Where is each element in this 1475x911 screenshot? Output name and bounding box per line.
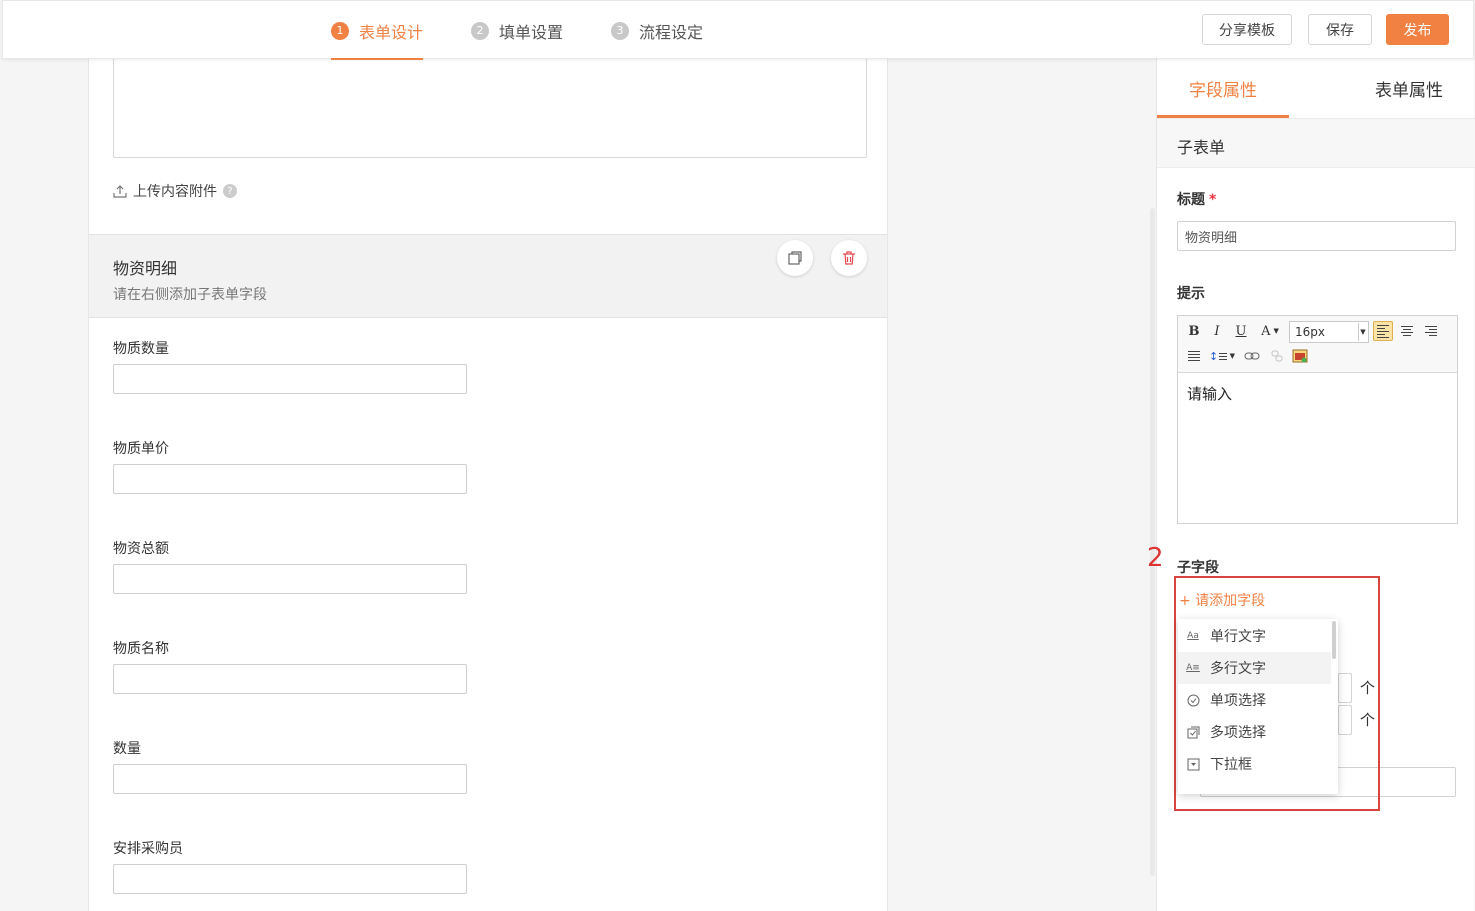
field-type-label: 单项选择	[1210, 693, 1266, 709]
step-label: 流程设定	[639, 22, 704, 42]
step-number: 1	[331, 21, 349, 40]
field-label: 物质数量	[113, 341, 169, 357]
copy-icon	[788, 251, 802, 265]
save-button[interactable]: 保存	[1308, 14, 1372, 45]
dropdown-scrollbar[interactable]	[1332, 621, 1336, 659]
form-canvas: 上传内容附件 ? 物资明细 请在右侧添加子表单字段 物质数量 物质单价 物资总额…	[88, 59, 888, 911]
chevron-down-icon: ▼	[1358, 323, 1367, 341]
step-process-settings[interactable]: 3 流程设定	[611, 1, 707, 60]
link-icon[interactable]	[1242, 346, 1262, 366]
hidden-input[interactable]	[1338, 673, 1352, 703]
underline-icon[interactable]: U	[1231, 321, 1251, 341]
hint-label: 提示	[1177, 286, 1205, 302]
field-type-multi-choice[interactable]: 多项选择	[1178, 716, 1331, 748]
multi-line-text-icon: A≡	[1186, 663, 1200, 673]
required-mark: *	[1209, 192, 1217, 208]
rich-text-editor: B I U A ▼ 16px ▼ ↕ ▼ 请输入	[1177, 315, 1458, 524]
share-template-button[interactable]: 分享模板	[1202, 14, 1292, 45]
upload-icon	[113, 185, 127, 198]
field-input[interactable]	[113, 864, 467, 894]
form-field: 物资总额	[113, 538, 468, 594]
upload-label: 上传内容附件	[133, 184, 217, 200]
field-type-label: 多行文字	[1210, 661, 1266, 677]
field-label: 安排采购员	[113, 841, 183, 857]
image-icon[interactable]	[1290, 346, 1310, 366]
upload-attachment[interactable]: 上传内容附件 ?	[113, 181, 237, 201]
publish-button[interactable]: 发布	[1386, 14, 1449, 45]
subform-title: 物资明细	[113, 259, 178, 278]
field-type-single-choice[interactable]: 单项选择	[1178, 684, 1331, 716]
field-type-label: 下拉框	[1210, 757, 1252, 773]
field-input[interactable]	[113, 564, 467, 594]
form-field: 物质单价	[113, 438, 468, 494]
scrollbar[interactable]	[1150, 208, 1155, 876]
single-line-text-icon: Aa	[1187, 631, 1199, 641]
field-type-multi-line[interactable]: A≡ 多行文字	[1178, 652, 1331, 684]
tab-form-properties[interactable]: 表单属性	[1349, 59, 1469, 118]
title-label-text: 标题	[1177, 192, 1205, 208]
tab-field-properties[interactable]: 字段属性	[1157, 59, 1289, 118]
italic-icon[interactable]: I	[1207, 321, 1227, 341]
move-up-icon[interactable]: 个	[1360, 677, 1375, 698]
field-input[interactable]	[113, 364, 467, 394]
step-fill-settings[interactable]: 2 填单设置	[471, 1, 567, 60]
field-type-single-line[interactable]: Aa 单行文字	[1178, 620, 1331, 652]
field-type-label: 单行文字	[1210, 629, 1266, 645]
form-field: 物质数量	[113, 338, 468, 394]
hidden-input[interactable]	[1338, 705, 1352, 735]
subform-hint: 请在右侧添加子表单字段	[113, 287, 267, 303]
bold-icon[interactable]: B	[1184, 321, 1204, 341]
title-label: 标题 *	[1177, 189, 1216, 209]
step-form-design[interactable]: 1 表单设计	[331, 1, 423, 60]
field-input[interactable]	[113, 464, 467, 494]
section-title: 子表单	[1177, 138, 1226, 157]
annotation-number: 2	[1147, 543, 1164, 573]
subfield-label: 子字段	[1177, 560, 1219, 576]
field-type-dropdown[interactable]: 下拉框	[1178, 748, 1331, 780]
title-input[interactable]: 物资明细	[1177, 221, 1456, 251]
field-label: 物资总额	[113, 541, 169, 557]
delete-button[interactable]	[831, 240, 867, 276]
justify-icon[interactable]	[1184, 346, 1204, 366]
form-field: 物质名称	[113, 638, 468, 694]
align-left-icon[interactable]	[1373, 321, 1393, 341]
field-label: 物质单价	[113, 441, 169, 457]
step-label: 填单设置	[499, 22, 564, 42]
copy-button[interactable]	[777, 240, 813, 276]
field-type-dropdown: Aa 单行文字 A≡ 多行文字 单项选择 多项选择 下拉框	[1178, 619, 1338, 794]
font-color-icon[interactable]: A ▼	[1257, 321, 1283, 341]
form-field: 安排采购员	[113, 838, 468, 894]
field-label: 数量	[113, 741, 141, 757]
trash-icon	[843, 251, 855, 265]
move-up-icon[interactable]: 个	[1360, 709, 1375, 730]
font-size-select[interactable]: 16px ▼	[1289, 321, 1369, 343]
align-center-icon[interactable]	[1397, 321, 1417, 341]
content-textarea[interactable]	[113, 59, 867, 158]
checkbox-icon	[1186, 725, 1200, 739]
step-number: 3	[611, 21, 629, 40]
line-height-icon[interactable]: ↕ ▼	[1209, 346, 1235, 366]
radio-icon	[1186, 693, 1200, 707]
field-label: 物质名称	[113, 641, 169, 657]
section-header: 子表单	[1157, 118, 1475, 168]
form-field: 数量	[113, 738, 468, 794]
font-size-value: 16px	[1295, 325, 1325, 339]
field-input[interactable]	[113, 764, 467, 794]
field-input[interactable]	[113, 664, 467, 694]
align-right-icon[interactable]	[1421, 321, 1441, 341]
editor-toolbar: B I U A ▼ 16px ▼ ↕ ▼	[1178, 316, 1457, 373]
add-field-button[interactable]: + 请添加字段	[1179, 590, 1265, 610]
dropdown-icon	[1186, 757, 1200, 771]
top-bar: 1 表单设计 2 填单设置 3 流程设定 分享模板 保存 发布	[2, 0, 1474, 60]
step-label: 表单设计	[359, 22, 424, 42]
unlink-icon[interactable]	[1267, 346, 1287, 366]
step-number: 2	[471, 21, 489, 40]
field-type-label: 多项选择	[1210, 725, 1266, 741]
help-icon[interactable]: ?	[223, 184, 237, 198]
editor-text[interactable]: 请输入	[1187, 383, 1232, 404]
subform-block[interactable]: 物资明细 请在右侧添加子表单字段	[89, 234, 887, 318]
